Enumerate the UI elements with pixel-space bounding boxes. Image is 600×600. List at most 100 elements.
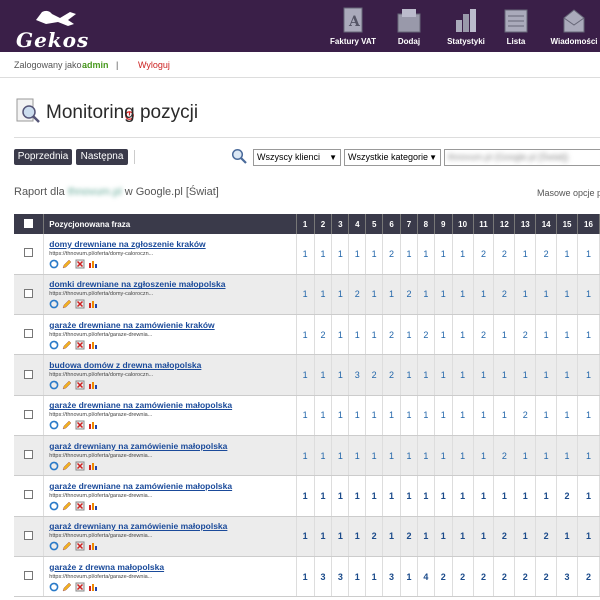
position-cell: 1 — [452, 234, 474, 275]
position-cell: 1 — [473, 395, 495, 436]
row-checkbox-cell — [14, 314, 45, 356]
delete-icon[interactable] — [75, 259, 85, 269]
chart-icon[interactable] — [88, 299, 98, 309]
phrase-cell: garaż drewniany na zamówienie małopolska… — [43, 516, 297, 557]
delete-icon[interactable] — [75, 380, 85, 390]
phrase-link[interactable]: budowa domów z drewna małopolska — [49, 360, 295, 371]
chart-icon[interactable] — [88, 461, 98, 471]
delete-icon[interactable] — [75, 420, 85, 430]
refresh-icon[interactable] — [49, 501, 59, 511]
table-row: garaż drewniany na zamówienie małopolska… — [14, 435, 600, 477]
refresh-icon[interactable] — [49, 259, 59, 269]
nav-wiadomosci[interactable]: Wiadomości — [550, 0, 598, 52]
prev-button[interactable]: Poprzednia — [14, 149, 72, 165]
phrase-link[interactable]: domki drewniane na zgłoszenie małopolska — [49, 279, 295, 290]
position-cell: 1 — [400, 314, 418, 356]
bulk-options[interactable]: Masowe opcje p — [537, 188, 600, 198]
delete-icon[interactable] — [75, 582, 85, 592]
position-cell: 1 — [417, 516, 435, 557]
nav-dodaj[interactable]: Dodaj — [394, 0, 424, 52]
position-cell: 2 — [473, 314, 495, 356]
category-select[interactable]: Wszystkie kategorie ▼ — [344, 149, 441, 166]
position-cell: 2 — [535, 556, 558, 598]
col-header: 6 — [382, 214, 401, 234]
phrase-link[interactable]: garaż drewniany na zamówienie małopolska — [49, 441, 295, 452]
position-cell: 1 — [577, 395, 600, 436]
chart-icon[interactable] — [88, 380, 98, 390]
row-actions — [49, 582, 295, 592]
position-cell: 1 — [535, 435, 558, 477]
edit-icon[interactable] — [62, 299, 72, 309]
chart-icon[interactable] — [88, 259, 98, 269]
position-cell: 1 — [434, 435, 453, 477]
position-cell: 1 — [400, 556, 418, 598]
row-checkbox[interactable] — [24, 329, 34, 339]
edit-icon[interactable] — [62, 461, 72, 471]
delete-icon[interactable] — [75, 541, 85, 551]
search-icon[interactable] — [231, 148, 247, 164]
delete-icon[interactable] — [75, 501, 85, 511]
row-checkbox[interactable] — [24, 409, 34, 419]
position-cell: 1 — [296, 475, 315, 517]
edit-icon[interactable] — [62, 259, 72, 269]
chart-icon[interactable] — [88, 582, 98, 592]
chart-icon[interactable] — [88, 340, 98, 350]
delete-icon[interactable] — [75, 299, 85, 309]
phrase-link[interactable]: garaże drewniane na zamówienie małopolsk… — [49, 481, 295, 492]
table-row: garaże drewniane na zamówienie małopolsk… — [14, 475, 600, 517]
report-suffix: w Google.pl [Świat] — [124, 186, 219, 198]
refresh-icon[interactable] — [49, 541, 59, 551]
row-checkbox[interactable] — [24, 571, 34, 581]
position-cell: 1 — [382, 395, 401, 436]
edit-icon[interactable] — [62, 340, 72, 350]
refresh-icon[interactable] — [49, 380, 59, 390]
nav-label: Dodaj — [397, 37, 421, 46]
site-select[interactable]: thnovum.pl (Google.pl [Świat]) — [444, 149, 600, 166]
phrase-link[interactable]: domy drewniane na zgłoszenie kraków — [49, 239, 295, 250]
phrase-link[interactable]: garaże drewniane na zamówienie małopolsk… — [49, 400, 295, 411]
refresh-icon[interactable] — [49, 461, 59, 471]
phrase-cell: domki drewniane na zgłoszenie małopolska… — [43, 274, 297, 316]
select-all-checkbox[interactable] — [24, 218, 34, 228]
row-checkbox[interactable] — [24, 248, 34, 258]
row-checkbox[interactable] — [24, 490, 34, 500]
clients-select[interactable]: Wszyscy klienci ▼ — [253, 149, 341, 166]
refresh-icon[interactable] — [49, 420, 59, 430]
phrase-link[interactable]: garaż drewniany na zamówienie małopolska — [49, 521, 295, 532]
refresh-icon[interactable] — [49, 582, 59, 592]
edit-icon[interactable] — [62, 380, 72, 390]
phrase-link[interactable]: garaże drewniane na zamówienie kraków — [49, 320, 295, 331]
refresh-icon[interactable] — [49, 299, 59, 309]
position-cell: 2 — [493, 556, 516, 598]
position-cell: 2 — [348, 274, 367, 316]
nav-lista[interactable]: Lista — [503, 0, 529, 52]
row-checkbox[interactable] — [24, 530, 34, 540]
edit-icon[interactable] — [62, 582, 72, 592]
delete-icon[interactable] — [75, 461, 85, 471]
delete-icon[interactable] — [75, 340, 85, 350]
phrase-cell: garaże drewniane na zamówienie małopolsk… — [43, 395, 297, 436]
chart-icon[interactable] — [88, 541, 98, 551]
phrase-header[interactable]: Pozycjonowana fraza — [43, 214, 297, 234]
position-cell: 1 — [417, 234, 435, 275]
row-checkbox[interactable] — [24, 450, 34, 460]
row-actions — [49, 299, 295, 309]
chart-icon[interactable] — [88, 501, 98, 511]
edit-icon[interactable] — [62, 420, 72, 430]
row-checkbox[interactable] — [24, 288, 34, 298]
logout-link[interactable]: Wyloguj — [138, 60, 170, 70]
refresh-icon[interactable] — [49, 340, 59, 350]
nav-statystyki[interactable]: Statystyki — [446, 0, 486, 52]
next-button[interactable]: Następna — [76, 149, 128, 165]
chart-icon[interactable] — [88, 420, 98, 430]
position-cell: 2 — [556, 475, 578, 517]
add-icon — [397, 9, 421, 33]
phrase-link[interactable]: garaże z drewna małopolska — [49, 562, 295, 573]
row-checkbox[interactable] — [24, 369, 34, 379]
phrase-cell: garaż drewniany na zamówienie małopolska… — [43, 435, 297, 477]
edit-icon[interactable] — [62, 501, 72, 511]
position-cell: 1 — [382, 475, 401, 517]
nav-faktury-vat[interactable]: A Faktury VAT — [330, 0, 376, 52]
edit-icon[interactable] — [62, 541, 72, 551]
app-logo[interactable]: Gekos — [16, 28, 89, 52]
